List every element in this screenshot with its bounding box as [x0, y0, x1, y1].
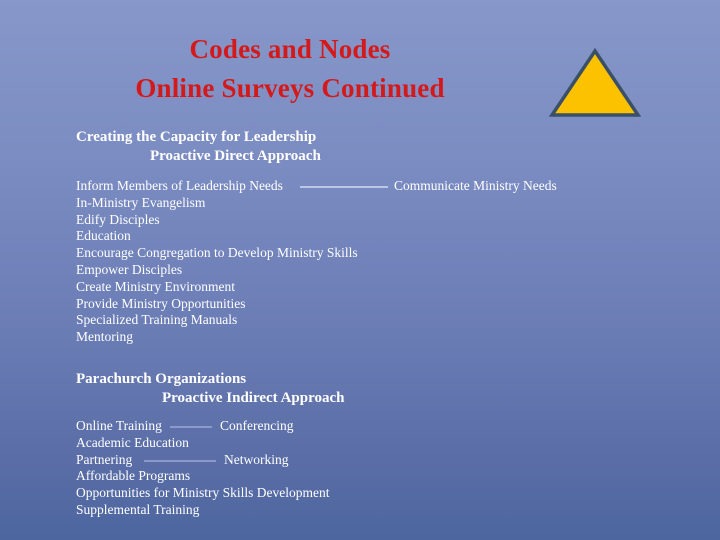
section-subheading: Proactive Direct Approach [150, 148, 321, 164]
list-item-label: Online Training [76, 418, 162, 433]
list-item-label: Affordable Programs [76, 468, 191, 484]
list-item: Encourage Congregation to Develop Minist… [76, 245, 358, 262]
list-proactive-direct: Inform Members of Leadership Needs Commu… [76, 178, 557, 346]
slide-title: Codes and Nodes Online Surveys Continued [40, 30, 540, 108]
list-item-label: Provide Ministry Opportunities [76, 295, 246, 311]
list-item: Opportunities for Ministry Skills Develo… [76, 485, 345, 502]
list-item: Partnering Networking [76, 452, 345, 469]
list-item: Mentoring [76, 329, 358, 346]
list-item-label: Supplemental Training [76, 501, 200, 517]
list-item-label: Partnering [76, 451, 133, 467]
list-item-label: Specialized Training Manuals [76, 312, 238, 328]
list-item: Academic Education [76, 435, 345, 452]
title-line-2: Online Surveys Continued [135, 73, 445, 103]
list-item: In-Ministry Evangelism [76, 195, 358, 212]
list-item: Inform Members of Leadership Needs Commu… [76, 178, 557, 195]
connector-line [300, 186, 388, 188]
list-item-right-label: Conferencing [220, 418, 294, 433]
list-parachurch: Online Training Conferencing Academic Ed… [76, 418, 345, 519]
list-item-label: Encourage Congregation to Develop Minist… [76, 245, 358, 261]
connector-line [170, 426, 212, 428]
list-item-label: Inform Members of Leadership Needs [76, 178, 283, 193]
section-proactive-direct: Creating the Capacity for Leadership Pro… [76, 128, 557, 346]
title-line-1: Codes and Nodes [189, 34, 391, 64]
section-parachurch: Parachurch Organizations Proactive Indir… [76, 370, 345, 519]
list-item: Supplemental Training [76, 502, 345, 519]
list-item-label: Create Ministry Environment [76, 278, 235, 294]
list-item: Education [76, 228, 358, 245]
list-item: Online Training Conferencing [76, 418, 345, 435]
section-heading: Parachurch Organizations [76, 371, 247, 387]
list-item-label: Opportunities for Ministry Skills Develo… [76, 485, 330, 501]
connector-line [144, 459, 216, 462]
list-item-label: Education [76, 228, 131, 244]
list-item-label: Edify Disciples [76, 211, 160, 227]
list-item-right-label: Communicate Ministry Needs [394, 178, 557, 193]
list-item-label: Academic Education [76, 434, 189, 450]
list-item: Provide Ministry Opportunities [76, 296, 358, 313]
section-heading: Creating the Capacity for Leadership [76, 129, 317, 145]
list-item: Edify Disciples [76, 212, 358, 229]
section-subheading: Proactive Indirect Approach [162, 390, 345, 406]
list-item: Affordable Programs [76, 468, 345, 485]
list-item-label: Empower Disciples [76, 261, 183, 277]
slide-canvas: Codes and Nodes Online Surveys Continued… [0, 0, 720, 540]
list-item: Empower Disciples [76, 262, 358, 279]
list-item-label: In-Ministry Evangelism [76, 194, 206, 210]
list-item: Specialized Training Manuals [76, 312, 358, 329]
list-item-label: Mentoring [76, 329, 133, 345]
list-item-right-label: Networking [224, 451, 289, 467]
triangle-icon [549, 48, 641, 117]
list-item: Create Ministry Environment [76, 279, 358, 296]
